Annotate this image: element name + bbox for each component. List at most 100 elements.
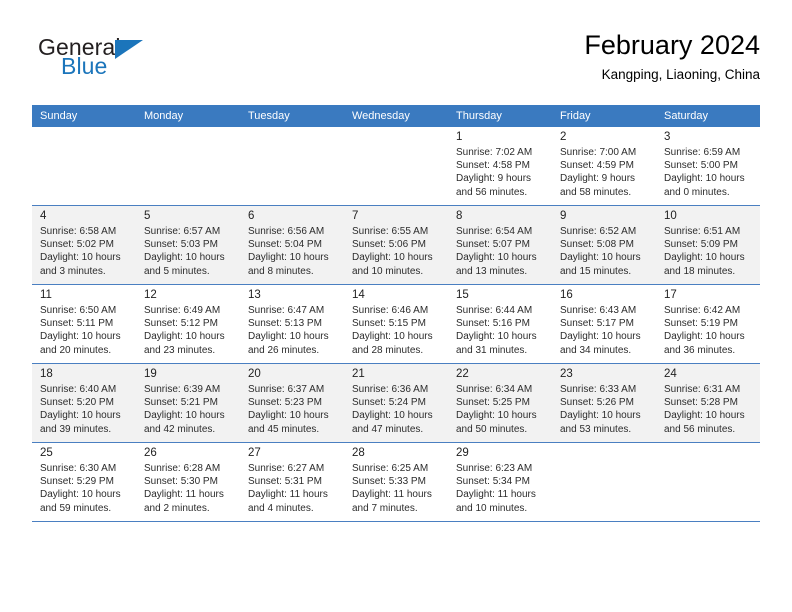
day-cell[interactable]: 9 Sunrise: 6:52 AM Sunset: 5:08 PM Daylight… (552, 205, 656, 285)
sunset-text: Sunset: 5:33 PM (352, 476, 426, 488)
day-cell[interactable]: 7 Sunrise: 6:55 AM Sunset: 5:06 PM Daylight… (344, 205, 448, 285)
daylight-text-line2: and 7 minutes. (352, 502, 418, 514)
day-number: 21 (352, 368, 365, 380)
day-cell[interactable]: 5 Sunrise: 6:57 AM Sunset: 5:03 PM Daylight… (136, 205, 240, 285)
day-cell[interactable]: 8 Sunrise: 6:54 AM Sunset: 5:07 PM Daylight… (448, 205, 552, 285)
daylight-text-line1: Daylight: 10 hours (40, 410, 121, 422)
day-cell[interactable]: 23 Sunrise: 6:33 AM Sunset: 5:26 PM Dayligh… (552, 363, 656, 443)
day-cell[interactable]: 25 Sunrise: 6:30 AM Sunset: 5:29 PM Dayligh… (32, 442, 136, 522)
sunrise-text: Sunrise: 6:42 AM (664, 305, 741, 316)
calendar-week-row: 1 Sunrise: 7:02 AM Sunset: 4:58 PM Daylight… (32, 127, 760, 206)
day-number: 9 (560, 210, 567, 222)
sunrise-text: Sunrise: 6:39 AM (144, 384, 221, 395)
daylight-text-line2: and 18 minutes. (664, 265, 736, 277)
sunrise-text: Sunrise: 6:58 AM (40, 226, 117, 237)
sunrise-text: Sunrise: 6:34 AM (456, 384, 533, 395)
page-header: General Blue February 2024 Kangping, Lia… (32, 28, 760, 94)
general-blue-logo[interactable]: General Blue (32, 34, 252, 90)
day-number: 3 (664, 131, 671, 143)
sunrise-text: Sunrise: 6:46 AM (352, 305, 429, 316)
daylight-text-line1: Daylight: 10 hours (352, 331, 433, 343)
calendar-table: Sunday Monday Tuesday Wednesday Thursday… (32, 105, 760, 522)
sunset-text: Sunset: 5:21 PM (144, 397, 218, 409)
day-cell[interactable]: 15 Sunrise: 6:44 AM Sunset: 5:16 PM Dayligh… (448, 284, 552, 364)
sunrise-text: Sunrise: 6:27 AM (248, 463, 325, 474)
sunset-text: Sunset: 5:23 PM (248, 397, 322, 409)
daylight-text-line1: Daylight: 11 hours (144, 489, 224, 501)
daylight-text-line2: and 4 minutes. (248, 502, 314, 514)
calendar-week-row: 18 Sunrise: 6:40 AM Sunset: 5:20 PM Dayligh… (32, 363, 760, 443)
day-number: 24 (664, 368, 677, 380)
sunrise-text: Sunrise: 6:36 AM (352, 384, 429, 395)
calendar-page: General Blue February 2024 Kangping, Lia… (0, 0, 792, 612)
day-cell[interactable]: 1 Sunrise: 7:02 AM Sunset: 4:58 PM Daylight… (448, 127, 552, 206)
daylight-text-line1: Daylight: 10 hours (40, 252, 121, 264)
day-cell[interactable]: 17 Sunrise: 6:42 AM Sunset: 5:19 PM Dayligh… (656, 284, 760, 364)
sunrise-text: Sunrise: 6:31 AM (664, 384, 741, 395)
day-number: 22 (456, 368, 469, 380)
day-cell[interactable]: 6 Sunrise: 6:56 AM Sunset: 5:04 PM Daylight… (240, 205, 344, 285)
sunrise-text: Sunrise: 6:49 AM (144, 305, 221, 316)
sunrise-text: Sunrise: 6:54 AM (456, 226, 533, 237)
day-cell[interactable] (136, 127, 240, 206)
weekday-header-wednesday: Wednesday (344, 105, 448, 127)
daylight-text-line2: and 36 minutes. (664, 344, 736, 356)
day-cell[interactable] (344, 127, 448, 206)
weekday-header-saturday: Saturday (656, 105, 760, 127)
daylight-text-line1: Daylight: 10 hours (248, 252, 329, 264)
daylight-text-line1: Daylight: 10 hours (144, 331, 225, 343)
day-cell[interactable]: 26 Sunrise: 6:28 AM Sunset: 5:30 PM Dayligh… (136, 442, 240, 522)
day-cell[interactable]: 14 Sunrise: 6:46 AM Sunset: 5:15 PM Dayligh… (344, 284, 448, 364)
day-number: 19 (144, 368, 157, 380)
day-cell[interactable]: 4 Sunrise: 6:58 AM Sunset: 5:02 PM Daylight… (32, 205, 136, 285)
calendar-week-row: 11 Sunrise: 6:50 AM Sunset: 5:11 PM Dayligh… (32, 284, 760, 364)
day-cell[interactable] (32, 127, 136, 206)
daylight-text-line2: and 5 minutes. (144, 265, 210, 277)
day-number: 17 (664, 289, 677, 301)
daylight-text-line2: and 26 minutes. (248, 344, 320, 356)
sunrise-text: Sunrise: 6:40 AM (40, 384, 117, 395)
sunset-text: Sunset: 4:59 PM (560, 160, 634, 172)
daylight-text-line2: and 10 minutes. (456, 502, 528, 514)
day-cell[interactable]: 13 Sunrise: 6:47 AM Sunset: 5:13 PM Dayligh… (240, 284, 344, 364)
day-cell[interactable] (552, 442, 656, 522)
sunrise-text: Sunrise: 6:30 AM (40, 463, 117, 474)
sunrise-text: Sunrise: 6:47 AM (248, 305, 325, 316)
daylight-text-line2: and 45 minutes. (248, 423, 320, 435)
day-cell[interactable]: 11 Sunrise: 6:50 AM Sunset: 5:11 PM Dayligh… (32, 284, 136, 364)
daylight-text-line2: and 13 minutes. (456, 265, 528, 277)
day-cell[interactable] (240, 127, 344, 206)
sunrise-text: Sunrise: 6:51 AM (664, 226, 741, 237)
day-cell[interactable]: 29 Sunrise: 6:23 AM Sunset: 5:34 PM Dayligh… (448, 442, 552, 522)
sunset-text: Sunset: 5:25 PM (456, 397, 530, 409)
daylight-text-line2: and 0 minutes. (664, 186, 730, 198)
sunset-text: Sunset: 5:31 PM (248, 476, 322, 488)
daylight-text-line1: Daylight: 10 hours (352, 410, 433, 422)
day-cell[interactable]: 2 Sunrise: 7:00 AM Sunset: 4:59 PM Daylight… (552, 127, 656, 206)
day-cell[interactable]: 16 Sunrise: 6:43 AM Sunset: 5:17 PM Dayligh… (552, 284, 656, 364)
day-cell[interactable]: 22 Sunrise: 6:34 AM Sunset: 5:25 PM Dayligh… (448, 363, 552, 443)
day-number: 10 (664, 210, 677, 222)
day-cell[interactable]: 12 Sunrise: 6:49 AM Sunset: 5:12 PM Dayligh… (136, 284, 240, 364)
day-cell[interactable] (656, 442, 760, 522)
day-cell[interactable]: 27 Sunrise: 6:27 AM Sunset: 5:31 PM Dayligh… (240, 442, 344, 522)
day-cell[interactable]: 10 Sunrise: 6:51 AM Sunset: 5:09 PM Dayligh… (656, 205, 760, 285)
day-cell[interactable]: 18 Sunrise: 6:40 AM Sunset: 5:20 PM Dayligh… (32, 363, 136, 443)
day-cell[interactable]: 19 Sunrise: 6:39 AM Sunset: 5:21 PM Dayligh… (136, 363, 240, 443)
sunset-text: Sunset: 5:04 PM (248, 239, 322, 251)
sunset-text: Sunset: 4:58 PM (456, 160, 530, 172)
day-cell[interactable]: 21 Sunrise: 6:36 AM Sunset: 5:24 PM Dayligh… (344, 363, 448, 443)
daylight-text-line2: and 50 minutes. (456, 423, 528, 435)
sunrise-text: Sunrise: 6:56 AM (248, 226, 325, 237)
day-cell[interactable]: 28 Sunrise: 6:25 AM Sunset: 5:33 PM Dayligh… (344, 442, 448, 522)
day-cell[interactable]: 20 Sunrise: 6:37 AM Sunset: 5:23 PM Dayligh… (240, 363, 344, 443)
day-cell[interactable]: 24 Sunrise: 6:31 AM Sunset: 5:28 PM Dayligh… (656, 363, 760, 443)
daylight-text-line1: Daylight: 10 hours (664, 410, 745, 422)
daylight-text-line2: and 28 minutes. (352, 344, 424, 356)
daylight-text-line1: Daylight: 10 hours (560, 252, 641, 264)
daylight-text-line1: Daylight: 9 hours (560, 173, 636, 185)
day-cell[interactable]: 3 Sunrise: 6:59 AM Sunset: 5:00 PM Daylight… (656, 127, 760, 206)
day-number: 29 (456, 447, 469, 459)
daylight-text-line1: Daylight: 10 hours (560, 331, 641, 343)
daylight-text-line1: Daylight: 10 hours (456, 252, 537, 264)
